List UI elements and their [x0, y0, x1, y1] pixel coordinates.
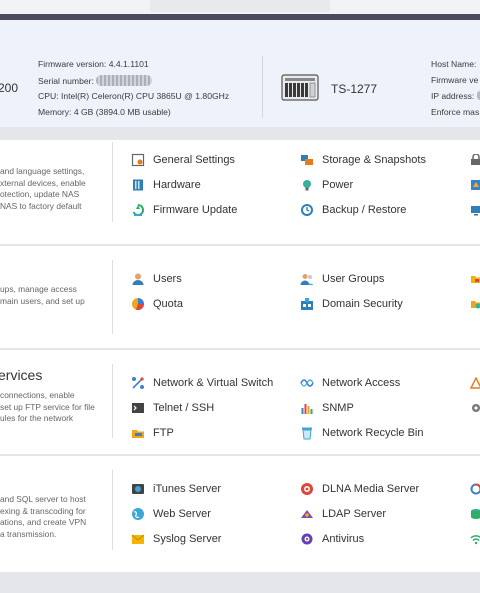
network-virtual-switch-link[interactable]: Network & Virtual Switch	[131, 376, 273, 390]
network-recycle-bin-link[interactable]: Network Recycle Bin	[300, 426, 423, 440]
web-globe-icon	[132, 508, 144, 520]
partial-triangle-icon[interactable]	[470, 377, 480, 389]
serial-number-row: Serial number:	[38, 75, 153, 86]
dlna-media-server-link[interactable]: DLNA Media Server	[300, 482, 419, 496]
web-server-link[interactable]: Web Server	[131, 507, 211, 521]
quota-pie-icon	[132, 298, 145, 311]
network-access-link[interactable]: Network Access	[300, 376, 400, 390]
section-system: and language settings, xternal devices, …	[0, 140, 480, 244]
partial-notification-icon[interactable]	[470, 179, 480, 191]
backup-restore-link[interactable]: Backup / Restore	[300, 203, 406, 217]
syslog-envelope-icon	[131, 534, 145, 544]
domain-security-icon	[301, 298, 313, 310]
firmware-version-value: 4.4.1.1101	[108, 59, 149, 69]
ftp-folder-icon	[132, 430, 144, 438]
partial-database-icon[interactable]	[470, 508, 480, 520]
section-description: connections, enable set up FTP service f…	[0, 390, 95, 424]
power-link[interactable]: Power	[300, 178, 353, 192]
ip-address-row: IP address:	[431, 91, 480, 101]
power-bulb-icon	[303, 180, 311, 191]
cpu-row: CPU: Intel(R) Celeron(R) CPU 3865U @ 1.8…	[38, 91, 230, 101]
network-access-icon	[300, 379, 314, 387]
user-icon	[132, 273, 144, 285]
quota-link[interactable]: Quota	[131, 297, 183, 311]
ldap-server-link[interactable]: LDAP Server	[300, 507, 386, 521]
backup-restore-icon	[301, 204, 313, 216]
firmware-update-link[interactable]: Firmware Update	[131, 203, 237, 217]
storage-snapshots-icon	[301, 155, 313, 165]
section-title: ervices	[0, 367, 43, 383]
memory-value: 4 GB (3894.0 MB usable)	[73, 107, 171, 117]
cpu-value: Intel(R) Celeron(R) CPU 3865U @ 1.80GHz	[60, 91, 230, 101]
itunes-server-icon	[132, 484, 144, 494]
section-description: and language settings, xternal devices, …	[0, 166, 86, 211]
partial-shared-folder-icon[interactable]	[470, 298, 480, 310]
ldap-server-icon	[301, 510, 313, 518]
partial-wifi-icon[interactable]	[470, 533, 480, 545]
general-settings-link[interactable]: General Settings	[131, 153, 235, 167]
user-groups-link[interactable]: User Groups	[300, 272, 384, 286]
antivirus-icon	[301, 533, 313, 545]
serial-number-redacted	[96, 75, 153, 86]
firmware-version-label-right: Firmware ve	[431, 75, 479, 85]
section-description: ups, manage access main users, and set u…	[0, 284, 85, 306]
model-name-partial: 200	[0, 81, 19, 95]
partial-monitor-icon[interactable]	[470, 204, 480, 216]
storage-snapshots-link[interactable]: Storage & Snapshots	[300, 153, 426, 167]
firmware-update-icon	[132, 203, 145, 216]
ftp-link[interactable]: FTP	[131, 426, 174, 440]
firmware-version-row: Firmware version: 4.4.1.1101	[38, 59, 149, 69]
partial-lock-icon[interactable]	[470, 154, 480, 166]
section-network-services: ervices connections, enable set up FTP s…	[0, 350, 480, 454]
user-groups-icon	[300, 274, 314, 285]
domain-security-link[interactable]: Domain Security	[300, 297, 403, 311]
host-name-label: Host Name:	[431, 59, 477, 69]
telnet-ssh-link[interactable]: Telnet / SSH	[131, 401, 214, 415]
hardware-icon	[133, 179, 143, 191]
general-settings-icon	[131, 153, 145, 167]
enforce-label: Enforce mas	[431, 107, 480, 117]
snmp-link[interactable]: SNMP	[300, 401, 354, 415]
section-privilege: ups, manage access main users, and set u…	[0, 246, 480, 348]
partial-gear-icon[interactable]	[470, 402, 480, 414]
itunes-server-link[interactable]: iTunes Server	[131, 482, 221, 496]
terminal-icon	[132, 403, 144, 413]
nas-device-icon	[281, 74, 319, 101]
partial-folder-icon[interactable]	[470, 273, 480, 285]
network-switch-icon	[132, 377, 144, 389]
partial-ring-icon[interactable]	[470, 483, 480, 495]
antivirus-link[interactable]: Antivirus	[300, 532, 364, 546]
section-applications: and SQL server to host exing & transcodi…	[0, 456, 480, 572]
users-link[interactable]: Users	[131, 272, 182, 286]
dlna-media-icon	[301, 483, 313, 495]
info-divider	[262, 56, 263, 118]
recycle-bin-icon	[302, 427, 312, 440]
nas-model-name: TS-1277	[331, 82, 378, 96]
system-info-panel: 200 Firmware version: 4.4.1.1101 Serial …	[0, 20, 480, 127]
syslog-server-link[interactable]: Syslog Server	[131, 532, 221, 546]
section-description: and SQL server to host exing & transcodi…	[0, 494, 87, 539]
snmp-chart-icon	[301, 404, 313, 414]
memory-row: Memory: 4 GB (3894.0 MB usable)	[38, 107, 171, 117]
hardware-link[interactable]: Hardware	[131, 178, 201, 192]
window-top-strip	[0, 0, 480, 14]
